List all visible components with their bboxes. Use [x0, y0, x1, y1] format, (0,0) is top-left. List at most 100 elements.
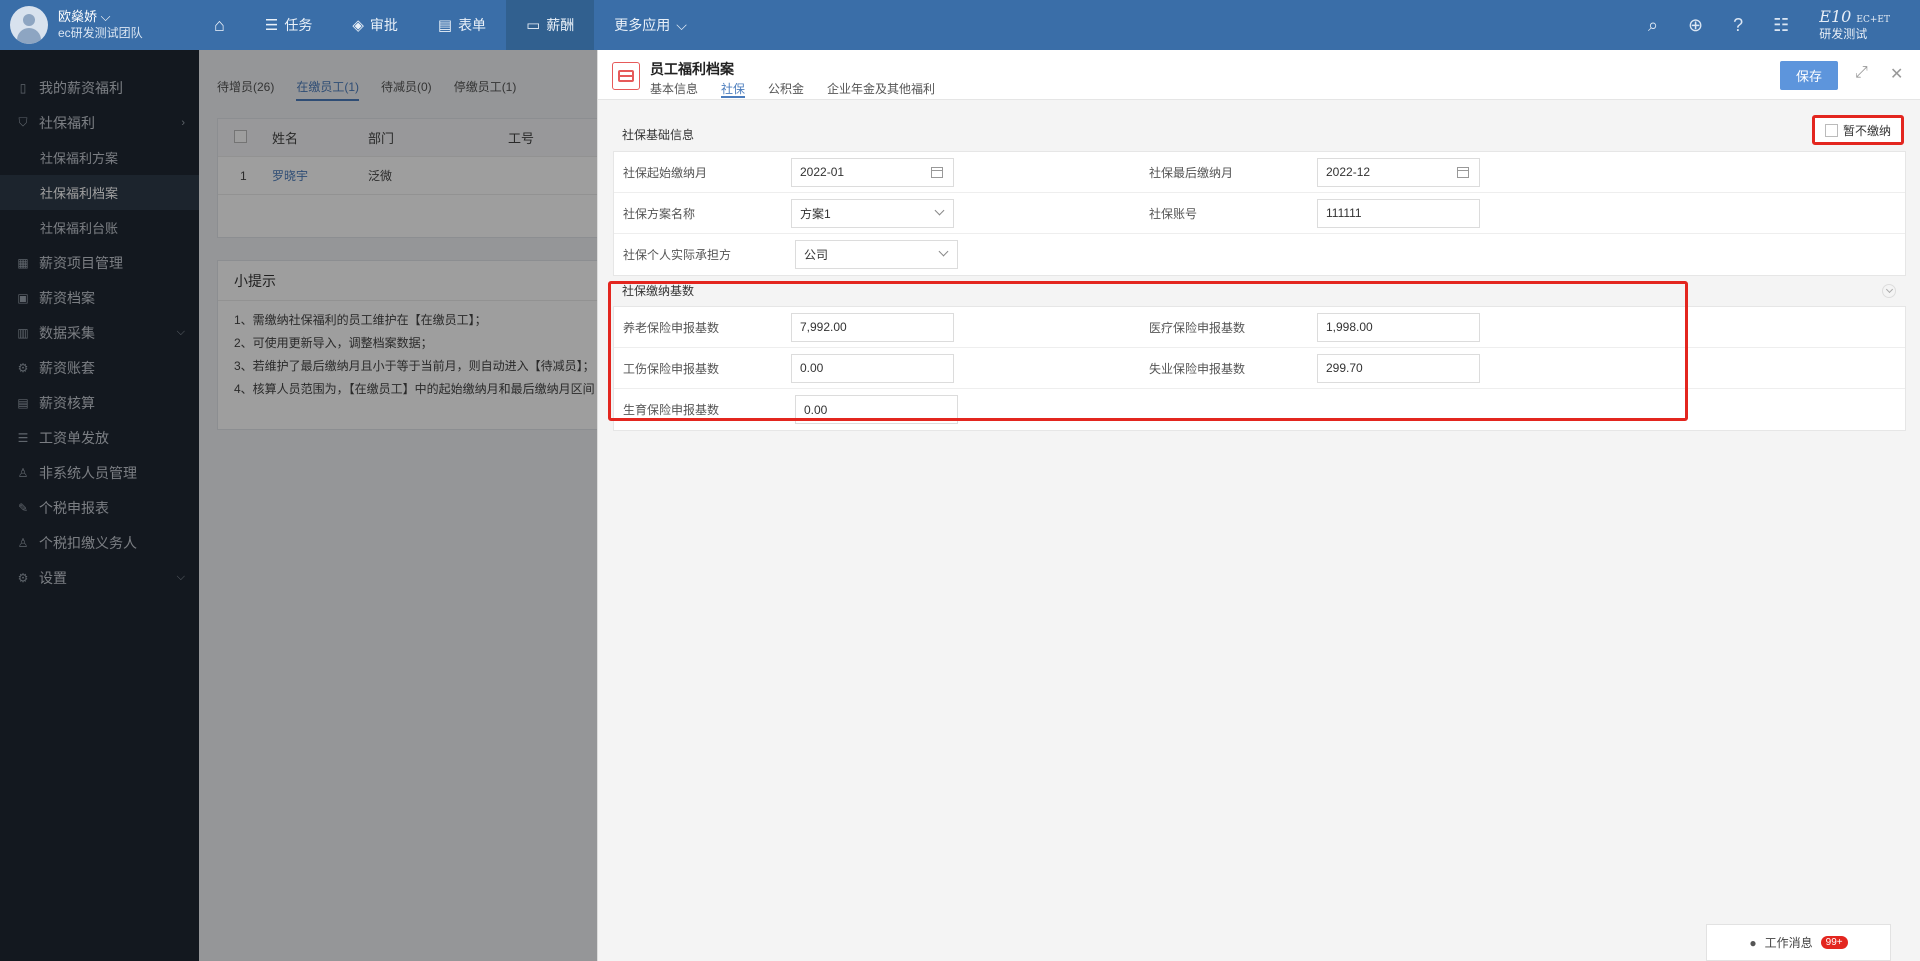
section-title: 社保基础信息: [622, 127, 695, 142]
unemployment-base-input[interactable]: 299.70: [1317, 353, 1480, 383]
section-title: 社保缴纳基数: [622, 283, 695, 298]
injury-base-input[interactable]: 0.00: [791, 353, 954, 383]
field-value: 111111: [1326, 206, 1362, 220]
nav-more-apps[interactable]: 更多应用 ⌵: [594, 0, 707, 50]
nav-home[interactable]: ⌂: [200, 0, 245, 50]
account-input[interactable]: 111111: [1317, 198, 1480, 228]
nav-label: 审批: [369, 17, 398, 33]
field-value: 2022-01: [800, 165, 845, 179]
form-row: 社保个人实际承担方 公司: [614, 234, 1905, 275]
table-icon: ▤: [437, 17, 453, 34]
field-value: 0.00: [800, 361, 824, 375]
field-value: 2022-12: [1326, 165, 1371, 179]
form-row: 工伤保险申报基数 0.00 失业保险申报基数 299.70: [614, 348, 1905, 389]
field-value: 方案1: [800, 206, 831, 221]
chevron-down-icon[interactable]: ⌵: [101, 9, 111, 24]
user-team: ec研发测试团队: [58, 26, 143, 40]
drawer-tabs: 基本信息 社保 公积金 企业年金及其他福利: [650, 80, 935, 98]
base-fields: 养老保险申报基数 7,992.00 医疗保险申报基数 1,998.00 工伤保险…: [613, 306, 1906, 431]
collapse-icon[interactable]: [1882, 284, 1896, 298]
checkbox[interactable]: [1824, 123, 1838, 137]
brand-ec: EC+ET: [1856, 14, 1890, 25]
brand-logo: E10 EC+ET 研发测试: [1819, 6, 1890, 41]
messages-label: 工作消息: [1764, 936, 1813, 950]
notes-icon[interactable]: ☷: [1773, 15, 1789, 36]
nav-salary[interactable]: ▭ 薪酬: [506, 0, 595, 50]
wallet-icon: ▭: [526, 17, 541, 34]
nav-approval[interactable]: ◈ 审批: [332, 0, 418, 50]
end-month-picker[interactable]: 2022-12: [1317, 157, 1480, 187]
tab-housing-fund[interactable]: 公积金: [768, 80, 804, 98]
field-label: 社保个人实际承担方: [623, 248, 732, 262]
field-label: 社保账号: [1149, 206, 1198, 221]
chevron-down-icon: ⌵: [676, 16, 687, 33]
avatar[interactable]: [10, 6, 48, 44]
nav-forms[interactable]: ▤ 表单: [418, 0, 506, 50]
nav-label: 表单: [458, 17, 487, 33]
field-label: 社保最后缴纳月: [1149, 165, 1234, 180]
nav-tasks[interactable]: ☰ 任务: [245, 0, 332, 50]
field-value: 1,998.00: [1326, 320, 1373, 334]
section-header: 社保缴纳基数: [613, 274, 1906, 306]
user-name[interactable]: 欧燊娇: [58, 9, 97, 24]
medical-base-input[interactable]: 1,998.00: [1317, 312, 1480, 342]
approval-icon: ◈: [352, 17, 364, 34]
top-actions: ⌕ ⊕ ? ☷ E10 EC+ET 研发测试: [1648, 0, 1890, 50]
calendar-icon[interactable]: [931, 166, 943, 178]
field-label: 医疗保险申报基数: [1149, 320, 1246, 335]
calendar-icon[interactable]: [1457, 166, 1469, 178]
section-basic-info: 社保基础信息 暂不缴纳 社保起始缴纳月 2022-01 社保最后缴纳月 2022…: [613, 115, 1906, 276]
field-label: 生育保险申报基数: [623, 403, 720, 417]
field-label: 社保方案名称: [623, 206, 696, 221]
field-value: 299.70: [1326, 361, 1363, 375]
pause-payment-checkbox[interactable]: 暂不缴纳: [1812, 115, 1904, 145]
chevron-down-icon: [938, 246, 949, 257]
modal-overlay[interactable]: [0, 50, 597, 961]
add-icon[interactable]: ⊕: [1688, 15, 1703, 36]
brand-sub: 研发测试: [1819, 26, 1868, 41]
chevron-down-icon: [934, 205, 945, 215]
field-label: 养老保险申报基数: [623, 320, 720, 335]
brand-e10: E10: [1819, 6, 1852, 26]
field-value: 公司: [804, 248, 829, 262]
field-value: 0.00: [804, 402, 828, 417]
main-nav: ⌂ ☰ 任务 ◈ 审批 ▤ 表单 ▭ 薪酬 更多应用 ⌵: [200, 0, 707, 50]
nav-label: 任务: [284, 17, 313, 33]
close-icon[interactable]: ✕: [1890, 64, 1903, 84]
scheme-select[interactable]: 方案1: [791, 198, 954, 228]
search-icon[interactable]: ⌕: [1648, 15, 1658, 36]
top-bar: 欧燊娇 ⌵ ec研发测试团队 ⌂ ☰ 任务 ◈ 审批 ▤ 表单 ▭ 薪酬 更多应用 ⌵ ⌕…: [0, 0, 1920, 50]
section-contribution-base: 社保缴纳基数 养老保险申报基数 7,992.00 医疗保险申报基数 1,998.…: [613, 274, 1906, 431]
expand-icon[interactable]: ⤢: [1855, 64, 1868, 82]
form-row: 生育保险申报基数 0.00: [614, 389, 1905, 430]
field-label: 失业保险申报基数: [1149, 361, 1246, 376]
field-value: 7,992.00: [800, 320, 847, 334]
pause-payment-label: 暂不缴纳: [1842, 123, 1891, 138]
form-row: 养老保险申报基数 7,992.00 医疗保险申报基数 1,998.00: [614, 307, 1905, 348]
work-messages[interactable]: ● 工作消息 99+: [1706, 924, 1891, 961]
user-profile[interactable]: 欧燊娇 ⌵ ec研发测试团队: [10, 5, 143, 45]
tab-basic-info[interactable]: 基本信息: [650, 80, 698, 98]
field-label: 工伤保险申报基数: [623, 361, 720, 376]
help-icon[interactable]: ?: [1733, 15, 1743, 36]
maternity-base-input[interactable]: 0.00: [795, 395, 958, 424]
basic-fields: 社保起始缴纳月 2022-01 社保最后缴纳月 2022-12 社保方案名称 方…: [613, 151, 1906, 276]
drawer-header: 员工福利档案 基本信息 社保 公积金 企业年金及其他福利 保存 ⤢ ✕: [598, 50, 1920, 100]
nav-label: 薪酬: [546, 17, 575, 33]
form-row: 社保方案名称 方案1 社保账号 111111: [614, 193, 1905, 234]
drawer-title: 员工福利档案: [650, 61, 734, 77]
start-month-picker[interactable]: 2022-01: [791, 157, 954, 187]
bearer-select[interactable]: 公司: [795, 240, 958, 269]
list-icon: ☰: [264, 17, 279, 34]
card-icon: [612, 62, 640, 90]
section-header: 社保基础信息 暂不缴纳: [613, 115, 1906, 151]
form-row: 社保起始缴纳月 2022-01 社保最后缴纳月 2022-12: [614, 152, 1905, 193]
pension-base-input[interactable]: 7,992.00: [791, 312, 954, 342]
tab-annuity-other[interactable]: 企业年金及其他福利: [827, 80, 935, 98]
field-label: 社保起始缴纳月: [623, 165, 708, 180]
chat-icon: ●: [1749, 935, 1757, 950]
save-button[interactable]: 保存: [1780, 61, 1838, 90]
tab-social-security[interactable]: 社保: [721, 80, 746, 98]
messages-badge: 99+: [1820, 936, 1848, 949]
home-icon: ⌂: [214, 14, 225, 35]
